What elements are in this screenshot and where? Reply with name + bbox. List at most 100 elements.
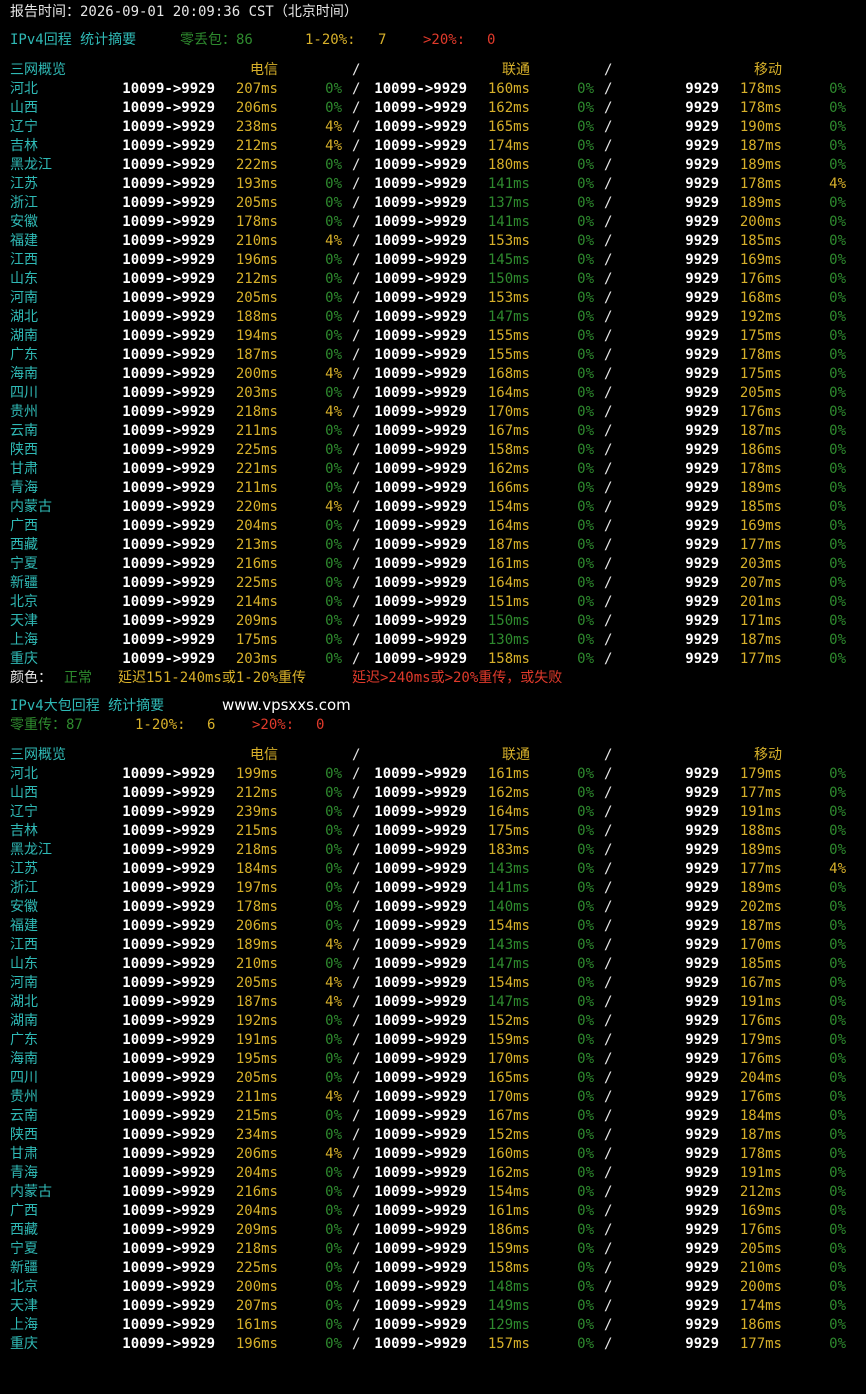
unicom-route: 10099->9929	[374, 1127, 467, 1143]
region-name: 河南	[10, 975, 38, 991]
unicom-route: 10099->9929	[374, 499, 467, 515]
unicom-route: 10099->9929	[374, 1260, 467, 1276]
mobile-loss: 0%	[829, 252, 846, 268]
row-separator: /	[604, 461, 613, 477]
unicom-latency: 183ms	[487, 842, 530, 858]
unicom-route: 10099->9929	[374, 290, 467, 306]
telecom-route: 10099->9929	[122, 1260, 215, 1276]
row-separator: /	[604, 480, 613, 496]
unicom-loss: 0%	[577, 651, 594, 667]
unicom-route: 10099->9929	[374, 1013, 467, 1029]
telecom-route: 10099->9929	[122, 1336, 215, 1352]
row-separator: /	[604, 594, 613, 610]
mobile-loss: 0%	[829, 347, 846, 363]
region-name: 辽宁	[10, 119, 38, 135]
unicom-route: 10099->9929	[374, 1241, 467, 1257]
mobile-route: 9929	[685, 81, 719, 97]
telecom-latency: 200ms	[235, 1279, 278, 1295]
unicom-route: 10099->9929	[374, 842, 467, 858]
telecom-latency: 234ms	[235, 1127, 278, 1143]
telecom-latency: 193ms	[235, 176, 278, 192]
unicom-loss: 0%	[577, 423, 594, 439]
mobile-loss: 0%	[829, 499, 846, 515]
telecom-route: 10099->9929	[122, 1051, 215, 1067]
telecom-loss: 0%	[325, 1032, 342, 1048]
telecom-route: 10099->9929	[122, 499, 215, 515]
unicom-loss: 0%	[577, 613, 594, 629]
unicom-latency: 170ms	[487, 1051, 530, 1067]
unicom-route: 10099->9929	[374, 594, 467, 610]
unicom-route: 10099->9929	[374, 328, 467, 344]
telecom-latency: 209ms	[235, 613, 278, 629]
unicom-route: 10099->9929	[374, 309, 467, 325]
telecom-loss: 4%	[325, 138, 342, 154]
unicom-loss: 0%	[577, 861, 594, 877]
summary-high-value: 0	[487, 32, 496, 48]
telecom-loss: 0%	[325, 1298, 342, 1314]
telecom-latency: 218ms	[235, 1241, 278, 1257]
region-name: 湖南	[10, 1013, 38, 1029]
unicom-route: 10099->9929	[374, 1317, 467, 1333]
mobile-loss: 0%	[829, 138, 846, 154]
mobile-latency: 187ms	[739, 632, 782, 648]
mobile-loss: 0%	[829, 1279, 846, 1295]
unicom-loss: 0%	[577, 1298, 594, 1314]
mobile-latency: 185ms	[739, 233, 782, 249]
summary-high-label: >20%:	[423, 32, 466, 48]
region-name: 广东	[10, 1032, 38, 1048]
mobile-loss: 0%	[829, 442, 846, 458]
unicom-route: 10099->9929	[374, 1165, 467, 1181]
telecom-route: 10099->9929	[122, 100, 215, 116]
row-separator: /	[604, 195, 613, 211]
unicom-route: 10099->9929	[374, 1108, 467, 1124]
mobile-latency: 175ms	[739, 328, 782, 344]
telecom-route: 10099->9929	[122, 119, 215, 135]
summary-high-value: 0	[316, 717, 325, 733]
mobile-route: 9929	[685, 1298, 719, 1314]
telecom-route: 10099->9929	[122, 1070, 215, 1086]
row-separator: /	[604, 423, 613, 439]
region-name: 福建	[10, 918, 38, 934]
unicom-route: 10099->9929	[374, 651, 467, 667]
mobile-route: 9929	[685, 537, 719, 553]
mobile-latency: 178ms	[739, 176, 782, 192]
telecom-route: 10099->9929	[122, 766, 215, 782]
telecom-loss: 0%	[325, 1203, 342, 1219]
header-telecom: 电信	[250, 747, 278, 763]
telecom-route: 10099->9929	[122, 613, 215, 629]
header-mobile: 移动	[754, 747, 782, 763]
unicom-route: 10099->9929	[374, 1146, 467, 1162]
region-name: 山东	[10, 271, 38, 287]
legend-warn: 延迟151-240ms或1-20%重传	[118, 670, 307, 686]
unicom-route: 10099->9929	[374, 1184, 467, 1200]
mobile-loss: 0%	[829, 1108, 846, 1124]
region-name: 北京	[10, 1279, 38, 1295]
region-name: 安徽	[10, 214, 38, 230]
mobile-loss: 0%	[829, 575, 846, 591]
mobile-route: 9929	[685, 785, 719, 801]
unicom-latency: 151ms	[487, 594, 530, 610]
row-separator: /	[604, 157, 613, 173]
unicom-loss: 0%	[577, 100, 594, 116]
telecom-route: 10099->9929	[122, 1241, 215, 1257]
telecom-route: 10099->9929	[122, 918, 215, 934]
mobile-latency: 178ms	[739, 461, 782, 477]
telecom-loss: 0%	[325, 861, 342, 877]
mobile-route: 9929	[685, 766, 719, 782]
telecom-loss: 0%	[325, 157, 342, 173]
unicom-route: 10099->9929	[374, 233, 467, 249]
mobile-loss: 0%	[829, 309, 846, 325]
mobile-route: 9929	[685, 518, 719, 534]
row-separator: /	[604, 176, 613, 192]
telecom-route: 10099->9929	[122, 233, 215, 249]
unicom-loss: 0%	[577, 1146, 594, 1162]
telecom-latency: 196ms	[235, 1336, 278, 1352]
row-separator: /	[604, 1298, 613, 1314]
telecom-route: 10099->9929	[122, 651, 215, 667]
unicom-latency: 164ms	[487, 518, 530, 534]
mobile-route: 9929	[685, 138, 719, 154]
row-separator: /	[604, 1089, 613, 1105]
unicom-route: 10099->9929	[374, 100, 467, 116]
telecom-route: 10099->9929	[122, 252, 215, 268]
region-name: 山西	[10, 785, 38, 801]
